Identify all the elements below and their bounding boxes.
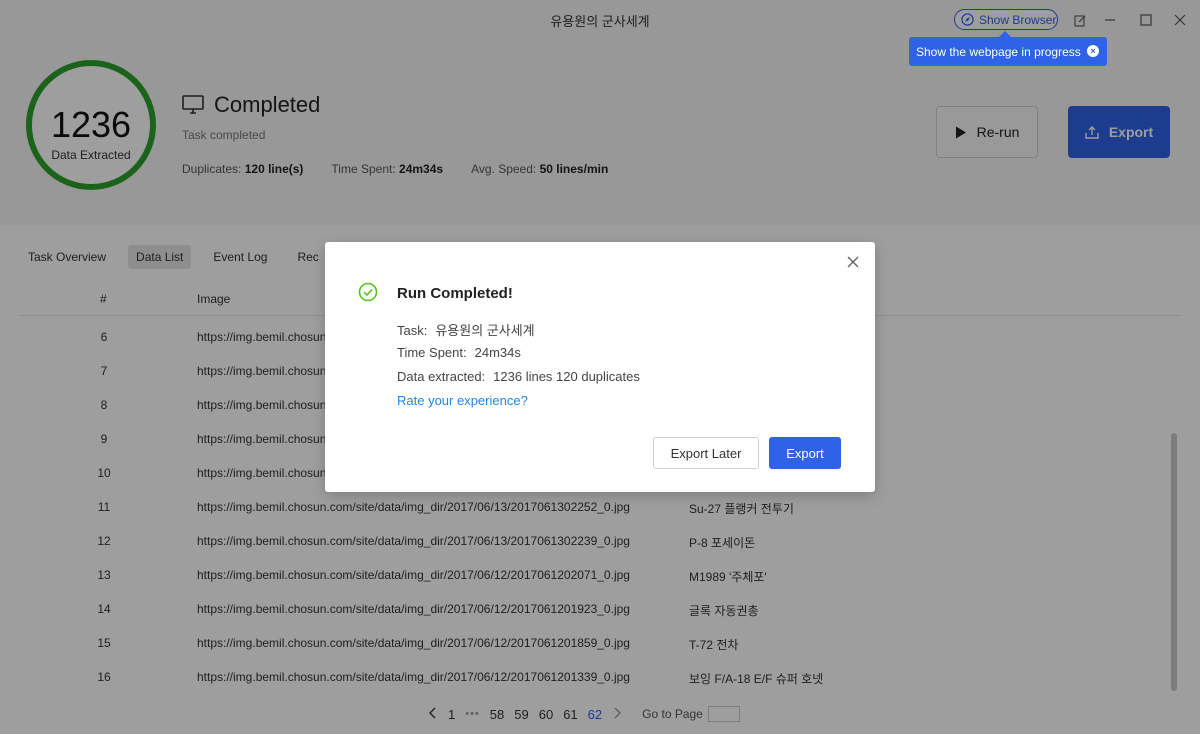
dialog-data-value: 1236 lines 120 duplicates xyxy=(493,369,640,384)
dialog-task-label: Task: xyxy=(397,323,428,338)
dialog-export-button[interactable]: Export xyxy=(769,437,841,469)
tooltip-text: Show the webpage in progress xyxy=(916,44,1081,59)
dialog-task-value: 유용원의 군사세계 xyxy=(435,323,535,338)
dialog-close-icon[interactable] xyxy=(845,254,861,270)
export-later-button[interactable]: Export Later xyxy=(653,437,759,469)
rate-experience-link[interactable]: Rate your experience? xyxy=(397,393,528,408)
dialog-title: Run Completed! xyxy=(397,285,513,302)
check-circle-icon xyxy=(358,282,378,302)
dialog-time-value: 24m34s xyxy=(474,345,521,360)
dialog-time-line: Time Spent: 24m34s xyxy=(397,345,521,360)
run-completed-dialog: Run Completed! Task: 유용원의 군사세계 Time Spent… xyxy=(325,242,875,492)
dialog-data-label: Data extracted: xyxy=(397,369,486,384)
dialog-task-line: Task: 유용원의 군사세계 xyxy=(397,320,535,339)
dialog-time-label: Time Spent: xyxy=(397,345,467,360)
tooltip-close-icon[interactable]: × xyxy=(1087,45,1099,57)
dialog-data-line: Data extracted: 1236 lines 120 duplicates xyxy=(397,369,640,384)
show-browser-tooltip: Show the webpage in progress × xyxy=(909,31,1107,66)
